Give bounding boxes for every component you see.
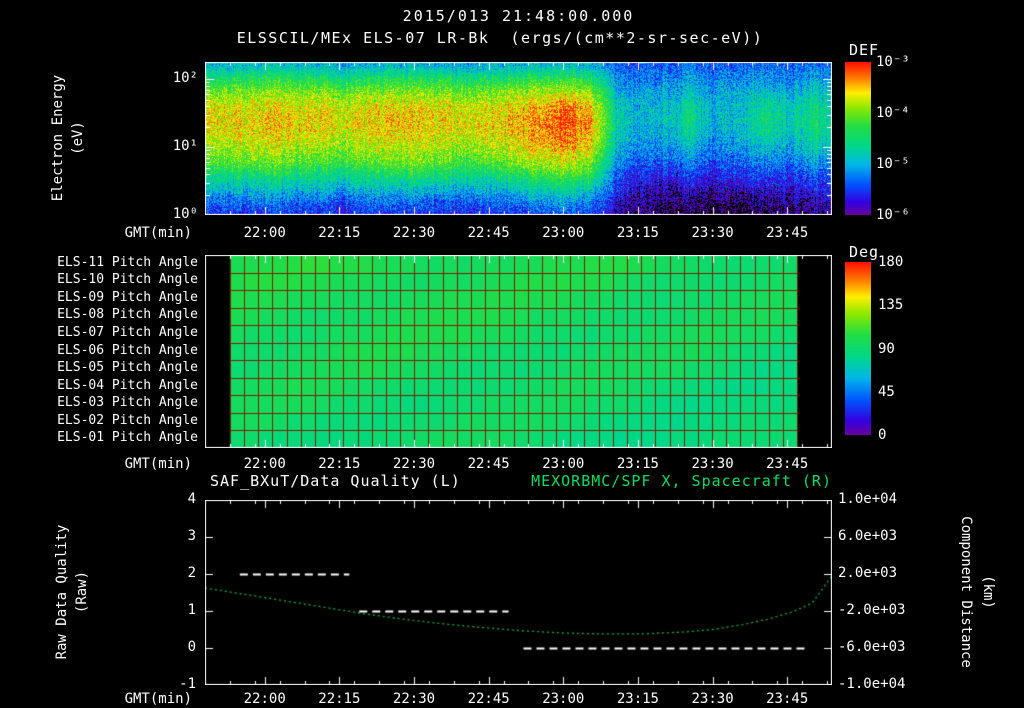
quality-ytick-label: -1 [179, 676, 196, 692]
pitch-row-label: ELS-06 Pitch Angle [57, 342, 198, 358]
panel1-ylabel-line1: Electron Energy [49, 74, 66, 202]
deg-colorbar-tick-label: 45 [878, 383, 895, 400]
distance-ytick-label: -2.0e+03 [838, 602, 906, 618]
panel3-xtick-label: 22:15 [318, 691, 361, 707]
pitch-row-label: ELS-01 Pitch Angle [57, 430, 198, 446]
quality-ytick-label: 2 [187, 565, 196, 581]
def-colorbar-tick-label: 10⁻³ [876, 54, 910, 70]
def-colorbar-tick-label: 10⁻⁵ [876, 156, 910, 172]
panel1-xtick-label: 22:15 [318, 225, 361, 241]
panel1-xtick-label: 22:00 [243, 225, 286, 241]
quality-distance-plot [205, 500, 832, 685]
panel3-xtick-label: 22:00 [243, 691, 286, 707]
spectrogram-viewer: 2015/013 21:48:00.000 ELSSCIL/MEx ELS-07… [0, 0, 1024, 708]
deg-colorbar-tick-label: 180 [878, 254, 904, 270]
deg-colorbar-tick-label: 0 [878, 427, 887, 443]
quality-ytick-label: 0 [187, 639, 196, 655]
pitch-row-label: ELS-05 Pitch Angle [57, 360, 198, 376]
quality-ytick-label: 4 [187, 491, 196, 507]
panel2-xtick-label: 23:30 [691, 456, 734, 472]
panel3-right-ylabel-line2: (km) [980, 575, 997, 609]
panel2-xtick-label: 23:15 [616, 456, 659, 472]
deg-colorbar [845, 262, 871, 435]
quality-series-title: SAF_BXuT/Data Quality (L) [210, 472, 461, 490]
panel3-left-ylabel-line2: (Raw) [73, 570, 90, 614]
quality-ytick-label: 1 [187, 602, 196, 618]
panel3-xtick-label: 23:45 [766, 691, 809, 707]
panel3-xtick-label: 23:15 [616, 691, 659, 707]
pitch-row-label: ELS-04 Pitch Angle [57, 377, 198, 393]
distance-ytick-label: -6.0e+03 [838, 639, 906, 655]
panel1-x-axis-label: GMT(min) [124, 225, 192, 241]
deg-colorbar-tick-label: 135 [878, 297, 904, 314]
panel1-xtick-label: 22:45 [467, 225, 510, 241]
panel3-left-ylabel-line1: Raw Data Quality [53, 524, 70, 660]
distance-ytick-label: 6.0e+03 [838, 528, 898, 544]
distance-series-title: MEXORBMC/SPF X, Spacecraft (R) [531, 472, 832, 490]
pitch-row-label: ELS-10 Pitch Angle [57, 272, 198, 288]
datetime-title: 2015/013 21:48:00.000 [402, 7, 635, 25]
panel3-xtick-label: 22:45 [467, 691, 510, 707]
deg-colorbar-tick-label: 90 [878, 340, 895, 357]
panel2-xtick-label: 22:00 [243, 456, 286, 472]
panel2-xtick-label: 22:15 [318, 456, 361, 472]
pitch-row-label: ELS-03 Pitch Angle [57, 395, 198, 411]
panel1-xtick-label: 23:45 [766, 225, 809, 241]
panel2-xtick-label: 23:45 [766, 456, 809, 472]
pitch-angle-heatmap [205, 255, 832, 448]
spectrogram-heatmap [205, 62, 832, 215]
def-colorbar-tick-label: 10⁻⁴ [876, 105, 910, 121]
panel2-xtick-label: 22:45 [467, 456, 510, 472]
panel1-xtick-label: 23:15 [616, 225, 659, 241]
pitch-row-label: ELS-02 Pitch Angle [57, 412, 198, 428]
panel3-xtick-label: 23:30 [691, 691, 734, 707]
panel1-xtick-label: 23:30 [691, 225, 734, 241]
distance-ytick-label: -1.0e+04 [838, 676, 906, 692]
deg-colorbar-title: Deg [849, 243, 880, 261]
quality-ytick-label: 3 [187, 528, 196, 544]
panel3-xtick-label: 23:00 [542, 691, 585, 707]
panel2-xtick-label: 23:00 [542, 456, 585, 472]
pitch-row-label: ELS-08 Pitch Angle [57, 307, 198, 323]
pitch-row-label: ELS-11 Pitch Angle [57, 254, 198, 270]
panel1-xtick-label: 23:00 [542, 225, 585, 241]
distance-ytick-label: 1.0e+04 [838, 491, 898, 507]
panel3-xtick-label: 22:30 [392, 691, 436, 707]
panel1-ytick-label: 10² [172, 70, 198, 87]
def-colorbar-title: DEF [849, 41, 880, 59]
panel3-right-ylabel-line1: Component Distance [958, 516, 975, 668]
panel1-ytick-label: 10¹ [172, 138, 198, 155]
pitch-row-label: ELS-09 Pitch Angle [57, 289, 198, 305]
def-colorbar-tick-label: 10⁻⁶ [876, 207, 910, 223]
panel3-x-axis-label: GMT(min) [124, 691, 192, 707]
distance-ytick-label: 2.0e+03 [838, 565, 898, 581]
panel2-x-axis-label: GMT(min) [124, 456, 192, 472]
spectrogram-title: ELSSCIL/MEx ELS-07 LR-Bk (ergs/(cm**2-sr… [236, 29, 764, 47]
panel1-xtick-label: 22:30 [392, 225, 436, 241]
panel1-ylabel-line2: (eV) [69, 121, 86, 155]
pitch-row-label: ELS-07 Pitch Angle [57, 324, 198, 340]
def-colorbar [845, 62, 871, 215]
panel2-xtick-label: 22:30 [392, 456, 436, 472]
panel1-ytick-label: 10⁰ [172, 206, 198, 222]
